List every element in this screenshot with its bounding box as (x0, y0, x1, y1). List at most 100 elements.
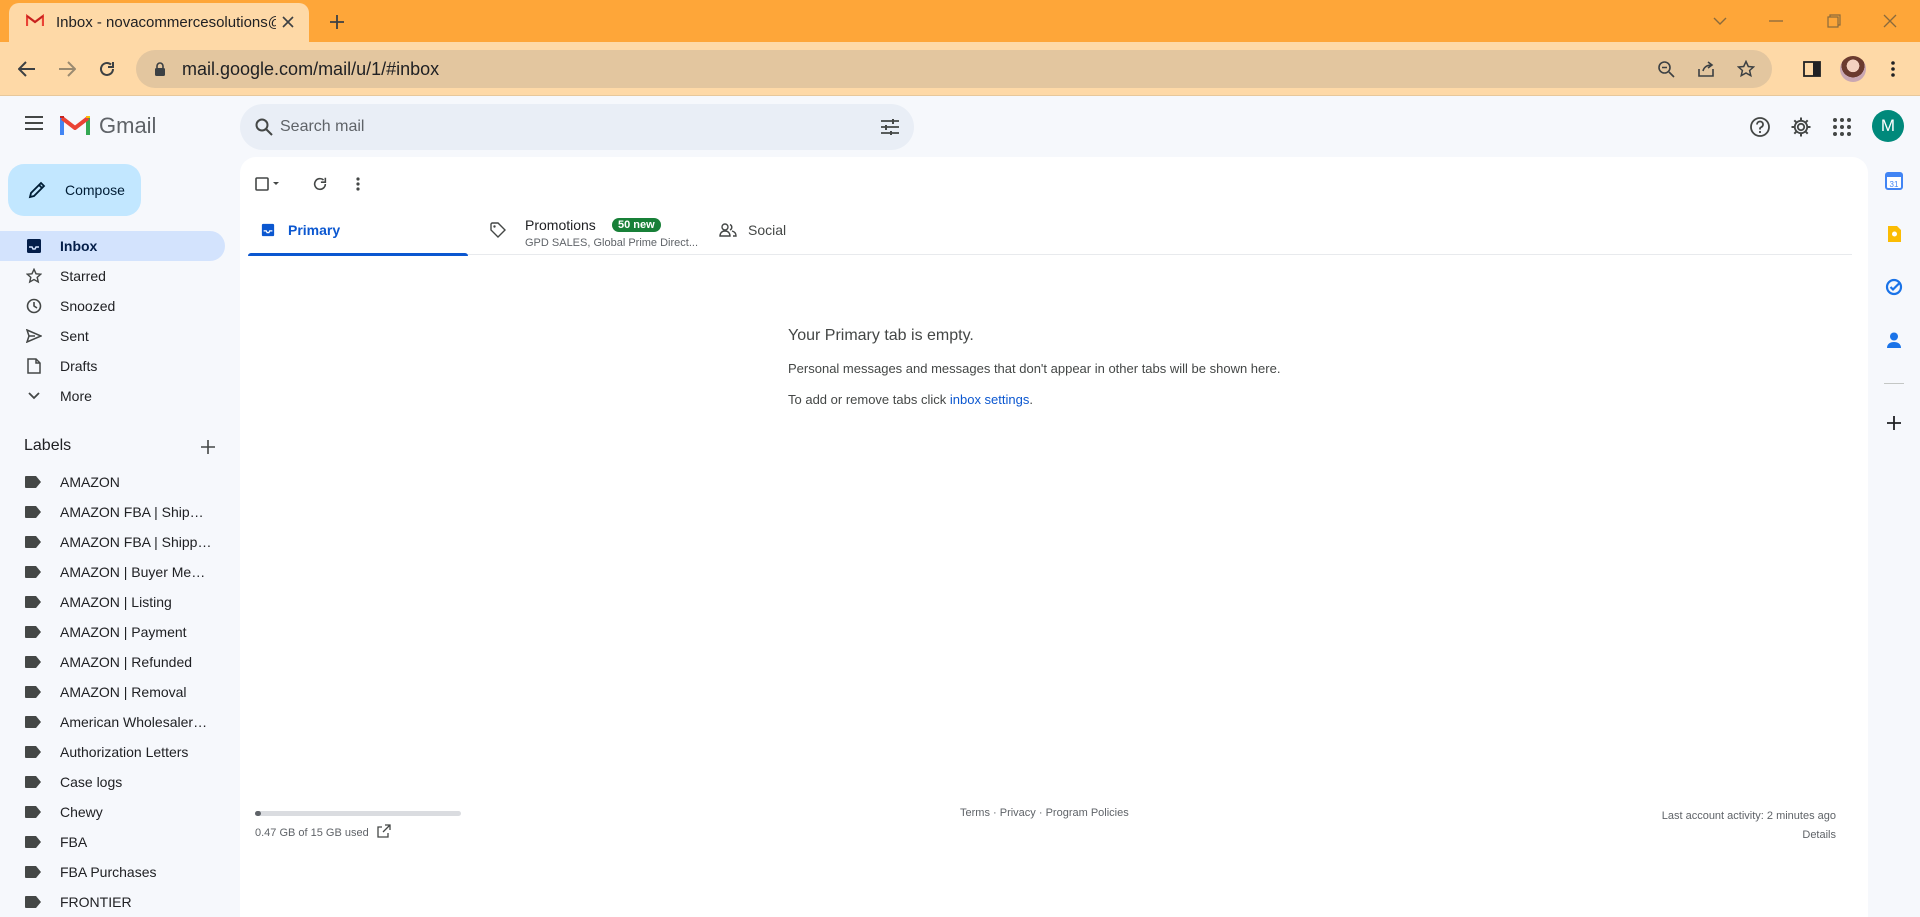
get-addons-plus-icon[interactable] (1882, 411, 1906, 435)
address-bar[interactable]: mail.google.com/mail/u/1/#inbox (136, 50, 1772, 88)
browser-menu-icon[interactable] (1878, 54, 1908, 84)
url-text: mail.google.com/mail/u/1/#inbox (182, 58, 440, 79)
label-tag-icon (25, 836, 41, 848)
settings-gear-icon[interactable] (1787, 113, 1815, 141)
empty-state: Your Primary tab is empty. Personal mess… (788, 327, 1488, 407)
tasks-icon[interactable] (1882, 275, 1906, 299)
label-item[interactable]: Authorization Letters (0, 737, 225, 767)
search-options-icon[interactable] (878, 115, 902, 139)
nav-item-sent[interactable]: Sent (0, 321, 225, 351)
zoom-icon[interactable] (1654, 57, 1678, 81)
nav-item-inbox[interactable]: Inbox (0, 231, 225, 261)
profile-avatar[interactable] (1838, 54, 1868, 84)
calendar-icon[interactable]: 31 (1882, 169, 1906, 193)
keep-icon[interactable] (1882, 222, 1906, 246)
label-tag-icon (25, 476, 41, 488)
terms-link[interactable]: Terms (960, 807, 990, 819)
search-icon[interactable] (252, 115, 276, 139)
label-item[interactable]: American Wholesalers L... (0, 707, 225, 737)
side-panel-divider (1884, 383, 1904, 384)
label-item[interactable]: Case logs (0, 767, 225, 797)
label-item[interactable]: AMAZON | Removal (0, 677, 225, 707)
browser-tab-inbox[interactable]: Inbox - novacommercesolutions@ (9, 3, 309, 42)
label-item[interactable]: FBA Purchases (0, 857, 225, 887)
nav-item-label: Snoozed (60, 298, 116, 314)
search-input[interactable] (280, 104, 840, 150)
nav-item-drafts[interactable]: Drafts (0, 351, 225, 381)
label-tag-icon (25, 566, 41, 578)
contacts-icon[interactable] (1882, 328, 1906, 352)
people-icon (718, 220, 738, 240)
main-menu-icon[interactable] (18, 107, 50, 139)
label-item[interactable]: AMAZON | Refunded (0, 647, 225, 677)
tab-social[interactable]: Social (708, 205, 908, 255)
svg-text:31: 31 (1890, 180, 1899, 189)
new-tab-icon[interactable] (324, 9, 350, 35)
label-item[interactable]: FBA (0, 827, 225, 857)
add-label-icon[interactable] (196, 435, 220, 459)
label-tag-icon (25, 896, 41, 908)
tab-search-chevron-icon[interactable] (1702, 6, 1738, 36)
label-item[interactable]: AMAZON | Payment (0, 617, 225, 647)
label-name: AMAZON | Refunded (60, 654, 193, 670)
tab-social-label: Social (748, 222, 787, 238)
label-item[interactable]: AMAZON FBA | Shipped... (0, 527, 225, 557)
help-icon[interactable] (1746, 113, 1774, 141)
nav-item-label: Drafts (60, 358, 98, 374)
browser-tab-title: Inbox - novacommercesolutions@ (56, 14, 276, 31)
inbox-category-tabs: Primary Promotions 50 new GPD SALES, Glo… (248, 205, 1852, 256)
label-tag-icon (25, 686, 41, 698)
minimize-icon[interactable] (1758, 6, 1794, 36)
nav-item-starred[interactable]: Starred (0, 261, 225, 291)
empty-state-title: Your Primary tab is empty. (788, 327, 974, 344)
label-item[interactable]: AMAZON FBA | Shipmen... (0, 497, 225, 527)
tab-primary-label: Primary (288, 222, 341, 238)
label-item[interactable]: FRONTIER (0, 887, 225, 917)
inbox-settings-link[interactable]: inbox settings (950, 392, 1030, 407)
restore-icon[interactable] (1816, 6, 1852, 36)
refresh-icon[interactable] (306, 170, 334, 198)
apps-grid-icon[interactable] (1828, 113, 1856, 141)
profile-photo (1840, 56, 1866, 82)
tab-promotions-label: Promotions (525, 217, 596, 233)
compose-button[interactable]: Compose (8, 164, 141, 216)
more-options-icon[interactable] (344, 170, 372, 198)
nav-item-snoozed[interactable]: Snoozed (0, 291, 225, 321)
label-item[interactable]: AMAZON | Listing (0, 587, 225, 617)
close-window-icon[interactable] (1872, 6, 1908, 36)
side-apps-panel: 31 (1868, 157, 1920, 917)
bookmark-star-icon[interactable] (1734, 57, 1758, 81)
label-name: AMAZON | Buyer Messa... (60, 564, 212, 580)
hint-prefix: To add or remove tabs click (788, 392, 950, 407)
tab-primary[interactable]: Primary (248, 205, 468, 256)
inbox-icon (258, 220, 278, 240)
nav-item-label: More (60, 388, 92, 404)
forward-icon[interactable] (51, 53, 83, 85)
account-avatar[interactable]: M (1872, 110, 1904, 142)
select-all-checkbox[interactable] (254, 170, 282, 198)
open-storage-icon[interactable] (377, 824, 391, 841)
reload-icon[interactable] (91, 53, 123, 85)
share-icon[interactable] (1694, 57, 1718, 81)
label-name: AMAZON FBA | Shipmen... (60, 504, 212, 520)
gmail-logo-icon[interactable] (60, 113, 90, 141)
privacy-link[interactable]: Privacy (1000, 807, 1036, 819)
label-item[interactable]: AMAZON (0, 467, 225, 497)
footer-separator: · (989, 807, 1000, 819)
activity-details-link[interactable]: Details (1662, 826, 1836, 845)
program-policies-link[interactable]: Program Policies (1046, 807, 1129, 819)
storage-text: 0.47 GB of 15 GB used (255, 826, 369, 839)
label-tag-icon (25, 626, 41, 638)
label-tag-icon (25, 506, 41, 518)
search-bar[interactable] (240, 104, 914, 150)
label-item[interactable]: AMAZON | Buyer Messa... (0, 557, 225, 587)
back-icon[interactable] (11, 53, 43, 85)
side-panel-icon[interactable] (1797, 54, 1827, 84)
label-item[interactable]: Chewy (0, 797, 225, 827)
label-tag-icon (25, 656, 41, 668)
storage-bar (255, 811, 461, 816)
tab-close-icon[interactable] (277, 11, 299, 33)
clock-icon (24, 296, 44, 316)
nav-item-more[interactable]: More (0, 381, 225, 411)
label-tag-icon (25, 536, 41, 548)
